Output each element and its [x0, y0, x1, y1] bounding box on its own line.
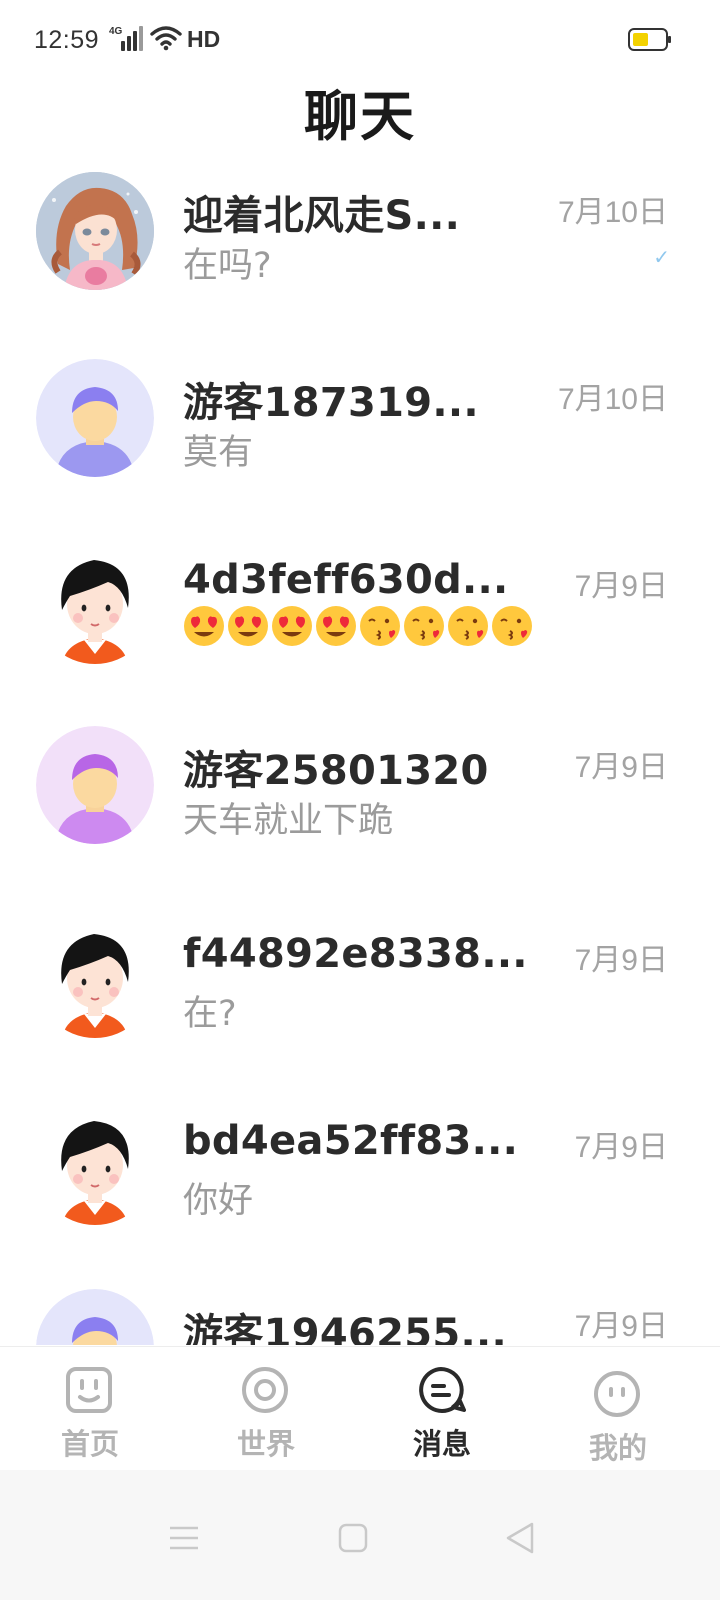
avatar: [36, 359, 154, 477]
nav-tab-mine[interactable]: 我的: [528, 1347, 708, 1471]
chat-list-item[interactable]: 4d3feff630d... 7月9日: [0, 539, 720, 726]
home-face-icon: [66, 1367, 112, 1413]
menu-icon[interactable]: [164, 1520, 204, 1556]
nav-label-messages: 消息: [412, 1427, 471, 1461]
heart-eyes-emoji-icon: [228, 606, 268, 646]
avatar: [36, 546, 154, 664]
chat-last-message: 天车就业下跪: [183, 801, 394, 841]
network-type-label: 4G: [109, 26, 123, 37]
chat-list-item[interactable]: 游客187319... 莫有 7月10日: [0, 352, 720, 539]
avatar: [36, 726, 154, 844]
chat-date: 7月10日: [557, 196, 668, 229]
chat-list-item[interactable]: f44892e8338... 在? 7月9日: [0, 913, 720, 1100]
chat-date: 7月9日: [574, 944, 668, 977]
bottom-navigation: 首页 世界 消息 我的: [0, 1346, 720, 1470]
chat-list-item[interactable]: 游客1946255... 7月9日: [0, 1287, 720, 1345]
chat-bubble-icon: [419, 1367, 466, 1413]
status-bar: 12:59 4G HD: [0, 0, 720, 80]
chat-date: 7月9日: [574, 1131, 668, 1164]
chat-last-message: 在?: [183, 994, 237, 1034]
nav-tab-world[interactable]: 世界: [176, 1347, 356, 1471]
chat-date: 7月10日: [557, 383, 668, 416]
avatar: [36, 1289, 154, 1345]
world-circle-icon: [242, 1367, 288, 1413]
kiss-emoji-icon: [492, 606, 532, 646]
battery-icon: [628, 28, 671, 51]
chat-list-item[interactable]: 游客25801320 天车就业下跪 7月9日: [0, 726, 720, 913]
chat-list-item[interactable]: bd4ea52ff83... 你好 7月9日: [0, 1100, 720, 1287]
profile-face-icon: [594, 1371, 640, 1417]
chat-name: 游客25801320: [183, 748, 489, 794]
chat-date: 7月9日: [574, 570, 668, 603]
chat-list-item[interactable]: 迎着北风走S... 在吗? 7月10日 ✓: [0, 165, 720, 352]
kiss-emoji-icon: [360, 606, 400, 646]
nav-label-world: 世界: [236, 1427, 295, 1461]
back-triangle-icon[interactable]: [500, 1520, 540, 1556]
chat-last-message: 莫有: [183, 433, 254, 473]
nav-label-home: 首页: [60, 1427, 119, 1461]
chat-name: 迎着北风走S...: [183, 193, 461, 239]
chat-last-message: 在吗?: [183, 246, 272, 286]
wifi-icon: [150, 26, 182, 51]
heart-eyes-emoji-icon: [184, 606, 224, 646]
read-check-icon: ✓: [653, 245, 670, 269]
chat-date: 7月9日: [574, 1310, 668, 1343]
nav-tab-messages[interactable]: 消息: [352, 1347, 532, 1471]
avatar: [36, 1107, 154, 1225]
page-title: 聊天: [304, 85, 416, 148]
chat-last-message: [183, 605, 535, 647]
chat-date: 7月9日: [574, 751, 668, 784]
chat-name: bd4ea52ff83...: [183, 1118, 519, 1164]
nav-tab-home[interactable]: 首页: [0, 1347, 180, 1471]
nav-label-mine: 我的: [588, 1431, 647, 1465]
heart-eyes-emoji-icon: [272, 606, 312, 646]
kiss-emoji-icon: [448, 606, 488, 646]
hd-indicator: HD: [187, 26, 221, 52]
chat-last-message: 你好: [183, 1181, 254, 1221]
chat-name: f44892e8338...: [183, 931, 528, 977]
chat-name: 游客1946255...: [183, 1311, 508, 1345]
system-navigation-bar: [0, 1470, 720, 1600]
chat-name: 游客187319...: [183, 380, 479, 426]
cellular-signal-icon: 4G: [109, 26, 143, 52]
home-square-icon[interactable]: [333, 1520, 373, 1556]
kiss-emoji-icon: [404, 606, 444, 646]
status-time: 12:59: [34, 26, 100, 54]
avatar: [36, 920, 154, 1038]
heart-eyes-emoji-icon: [316, 606, 356, 646]
chat-name: 4d3feff630d...: [183, 557, 509, 603]
avatar: [36, 172, 154, 290]
chat-list[interactable]: 迎着北风走S... 在吗? 7月10日 ✓ 游客187319... 莫有 7月1…: [0, 165, 720, 1345]
